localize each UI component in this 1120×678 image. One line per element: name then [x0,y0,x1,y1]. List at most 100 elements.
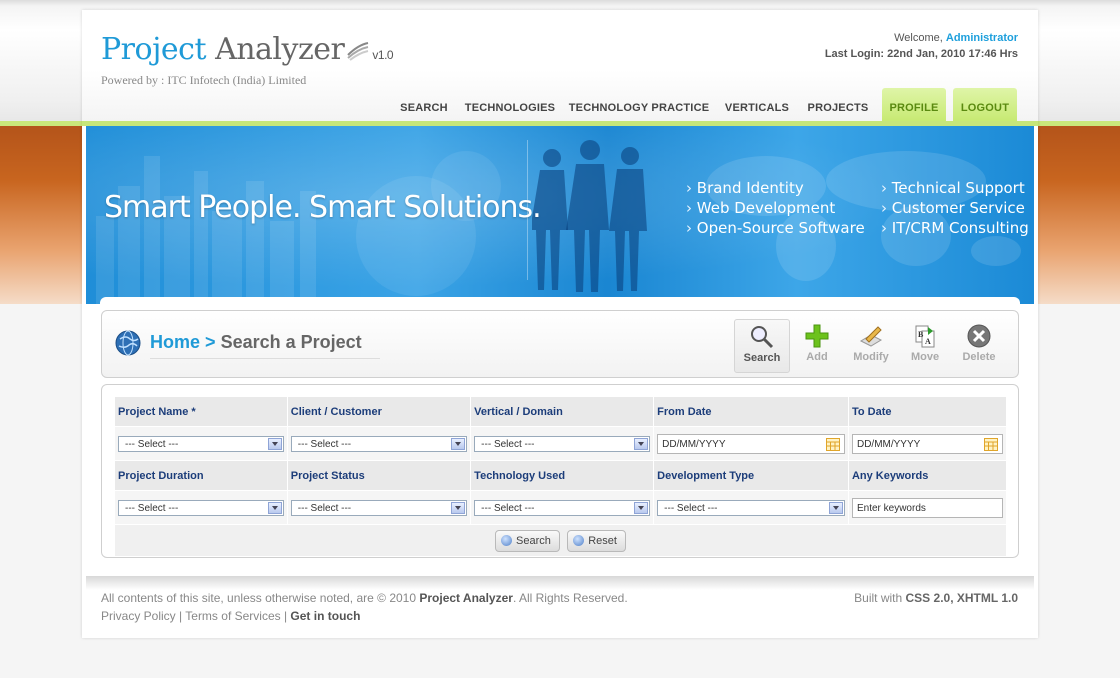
breadcrumb-separator: > [205,332,216,352]
svg-text:B: B [918,330,924,339]
dropdown-arrow-icon [828,501,843,514]
dropdown-arrow-icon [634,501,649,514]
version-label: v1.0 [372,48,394,62]
label-project-duration: Project Duration [114,460,288,491]
toolbar-search-button[interactable]: Search [734,319,790,373]
calendar-icon[interactable] [825,437,840,459]
search-form: Project Name * Client / Customer Vertica… [101,384,1019,558]
built-tech: CSS 2.0, XHTML 1.0 [905,591,1018,605]
toolbar-delete-button[interactable]: Delete [952,319,1006,373]
get-in-touch-link[interactable]: Get in touch [290,609,360,623]
from-date-value: DD/MM/YYYY [662,438,726,450]
to-date-input[interactable]: DD/MM/YYYY [851,433,1003,454]
dropdown-arrow-icon [267,437,282,450]
select-value: --- Select --- [481,502,535,514]
services-list-1: Brand Identity Web Development Open-Sour… [686,178,865,238]
globe-icon [114,329,142,360]
search-form-grid: Project Name * Client / Customer Vertica… [114,396,1008,557]
page-title-bar: Home > Search a Project Search Add Modif… [101,310,1019,378]
project-duration-select[interactable]: --- Select --- [118,499,284,516]
services-list-2: Technical Support Customer Service IT/CR… [881,178,1029,238]
form-search-label: Search [516,534,551,547]
select-value: --- Select --- [664,502,718,514]
toolbar-modify-label: Modify [853,351,889,363]
dropdown-arrow-icon [451,501,466,514]
select-value: --- Select --- [125,502,179,514]
dropdown-arrow-icon [267,501,282,514]
breadcrumb-home[interactable]: Home [150,332,200,352]
select-value: --- Select --- [297,438,352,450]
page-title: Search a Project [220,332,362,352]
copyright-suffix: . All Rights Reserved. [512,591,628,605]
toolbar-add-label: Add [806,351,828,363]
reset-button-icon [573,534,585,546]
project-status-select[interactable]: --- Select --- [290,499,468,516]
toolbar-modify-button[interactable]: Modify [844,319,898,373]
service-item: Web Development [686,198,865,218]
page-container: Project Analyzer v1.0 Powered by : ITC In… [82,10,1038,638]
form-search-button[interactable]: Search [495,529,560,552]
vertical-domain-select[interactable]: --- Select --- [474,435,651,452]
powered-by: Powered by : ITC Infotech (India) Limite… [101,73,307,87]
terms-link[interactable]: Terms of Services [185,609,280,623]
move-document-icon: BA [915,325,935,348]
delete-x-icon [967,324,991,348]
label-to-date: To Date [847,396,1008,427]
label-project-name: Project Name * [114,396,288,427]
business-people-graphic [532,140,647,292]
select-value: --- Select --- [297,502,352,514]
edit-pencil-icon [859,326,883,347]
plus-icon [805,324,829,348]
banner-tagline: Smart People. Smart Solutions. [104,190,542,225]
toolbar-move-label: Move [910,351,940,363]
technology-used-select[interactable]: --- Select --- [474,499,651,516]
service-item: Brand Identity [686,178,865,198]
copyright-prefix: All contents of this site, unless otherw… [101,591,420,605]
svg-text:A: A [925,337,931,346]
username-link[interactable]: Administrator [946,32,1018,44]
welcome-text: Welcome, [894,32,946,44]
development-type-select[interactable]: --- Select --- [657,499,845,516]
select-value: --- Select --- [125,438,179,450]
label-client-customer: Client / Customer [286,396,472,427]
last-login: Last Login: 22nd Jan, 2010 17:46 Hrs [824,48,1018,60]
logo-text-analyzer: Analyzer [215,32,345,67]
label-vertical-domain: Vertical / Domain [470,396,655,427]
title-underline [150,358,380,359]
dropdown-arrow-icon [634,437,649,450]
calendar-icon[interactable] [984,437,998,459]
logo[interactable]: Project Analyzer v1.0 [101,32,394,69]
logo-text-project: Project [101,32,207,67]
label-project-status: Project Status [286,460,472,491]
built-prefix: Built with [854,591,906,605]
label-any-keywords: Any Keywords [847,460,1008,491]
keywords-value: Enter keywords [856,502,926,514]
project-name-select[interactable]: --- Select --- [118,435,284,452]
service-item: Customer Service [881,198,1029,218]
copyright: All contents of this site, unless otherw… [101,591,628,605]
from-date-input[interactable]: DD/MM/YYYY [657,433,845,454]
toolbar-add-button[interactable]: Add [790,319,844,373]
form-reset-button[interactable]: Reset [567,529,626,552]
keywords-input[interactable]: Enter keywords [851,497,1003,518]
magnifier-icon [751,326,774,349]
built-with: Built with CSS 2.0, XHTML 1.0 [854,591,1018,605]
hero-banner: Smart People. Smart Solutions. Brand Ide… [86,126,1034,304]
service-item: Open-Source Software [686,218,865,238]
label-development-type: Development Type [653,460,849,491]
toolbar-move-button[interactable]: BA Move [898,319,952,373]
select-value: --- Select --- [481,438,535,450]
to-date-value: DD/MM/YYYY [856,438,921,450]
breadcrumb: Home > Search a Project [150,332,362,353]
copyright-brand: Project Analyzer [419,591,513,605]
form-reset-label: Reset [588,534,617,547]
search-button-icon [501,534,513,546]
client-customer-select[interactable]: --- Select --- [290,435,468,452]
label-technology-used: Technology Used [470,460,655,491]
privacy-policy-link[interactable]: Privacy Policy [101,609,176,623]
logo-swoosh-icon [346,34,370,69]
label-from-date: From Date [653,396,849,427]
service-item: Technical Support [881,178,1029,198]
form-actions: Search Reset [114,524,1007,557]
footer-divider [86,576,1034,590]
